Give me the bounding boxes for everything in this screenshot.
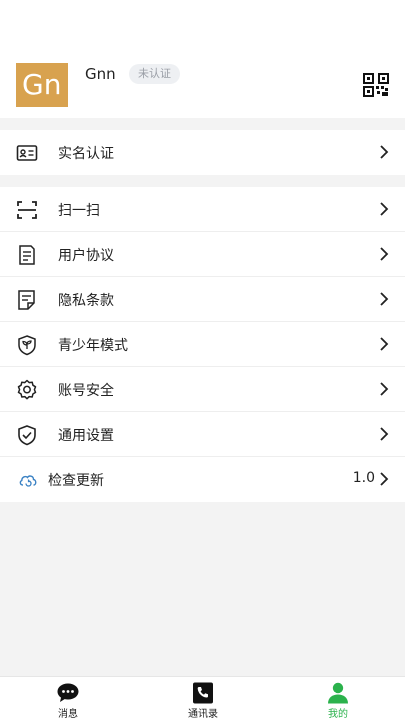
menu-item-youth-mode[interactable]: 青少年模式: [0, 322, 405, 367]
menu-item-check-update[interactable]: 检查更新 1.0: [0, 457, 405, 502]
section-gap: [0, 175, 405, 187]
section-gap: [0, 118, 405, 130]
app-version: 1.0: [352, 470, 375, 486]
avatar[interactable]: Gn: [16, 63, 68, 107]
chevron-right-icon: [380, 292, 389, 306]
tab-label: 消息: [58, 709, 78, 720]
tab-me[interactable]: 我的: [298, 677, 378, 720]
document-icon: [19, 245, 35, 265]
bottom-tab-bar: 消息 通讯录 我的: [0, 676, 405, 720]
tab-label: 通讯录: [188, 709, 218, 720]
chat-bubble-icon: [57, 683, 79, 702]
shield-check-icon: [18, 425, 36, 446]
privacy-document-icon: [18, 290, 35, 310]
id-card-icon: [16, 145, 38, 161]
menu-item-label: 青少年模式: [58, 338, 128, 354]
verification-status-badge: 未认证: [129, 64, 180, 84]
menu-item-scan[interactable]: 扫一扫: [0, 187, 405, 232]
cloud-refresh-icon: [19, 475, 37, 487]
youth-shield-icon: [18, 335, 36, 356]
verification-section: 实名认证: [0, 130, 405, 175]
menu-item-label: 通用设置: [58, 428, 114, 444]
chevron-right-icon: [380, 337, 389, 351]
menu-item-label: 实名认证: [58, 146, 114, 162]
chevron-right-icon: [380, 202, 389, 216]
scan-icon: [17, 201, 37, 219]
chevron-right-icon: [380, 472, 389, 486]
menu-item-account-security[interactable]: 账号安全: [0, 367, 405, 412]
phone-icon: [193, 682, 213, 704]
settings-menu-section: 扫一扫 用户协议 隐私条款 青少年模式 账号安全 通用设置 检查更新 1.0: [0, 187, 405, 502]
user-icon: [328, 682, 348, 704]
chevron-right-icon: [380, 145, 389, 159]
qr-code-icon[interactable]: [363, 73, 389, 97]
chevron-right-icon: [380, 247, 389, 261]
tab-messages[interactable]: 消息: [28, 677, 108, 720]
menu-item-privacy-terms[interactable]: 隐私条款: [0, 277, 405, 322]
menu-item-label: 扫一扫: [58, 203, 100, 219]
menu-item-general-settings[interactable]: 通用设置: [0, 412, 405, 457]
menu-item-user-agreement[interactable]: 用户协议: [0, 232, 405, 277]
gear-icon: [17, 379, 37, 400]
menu-item-label: 隐私条款: [58, 293, 114, 309]
chevron-right-icon: [380, 382, 389, 396]
chevron-right-icon: [380, 427, 389, 441]
tab-contacts[interactable]: 通讯录: [163, 677, 243, 720]
menu-item-real-name-verification[interactable]: 实名认证: [0, 130, 405, 175]
menu-item-label: 用户协议: [58, 248, 114, 264]
menu-item-label: 账号安全: [58, 383, 114, 399]
profile-header: Gn Gnn 未认证: [0, 0, 405, 118]
tab-label: 我的: [328, 709, 348, 720]
username: Gnn: [85, 65, 116, 83]
menu-item-label: 检查更新: [48, 473, 104, 489]
